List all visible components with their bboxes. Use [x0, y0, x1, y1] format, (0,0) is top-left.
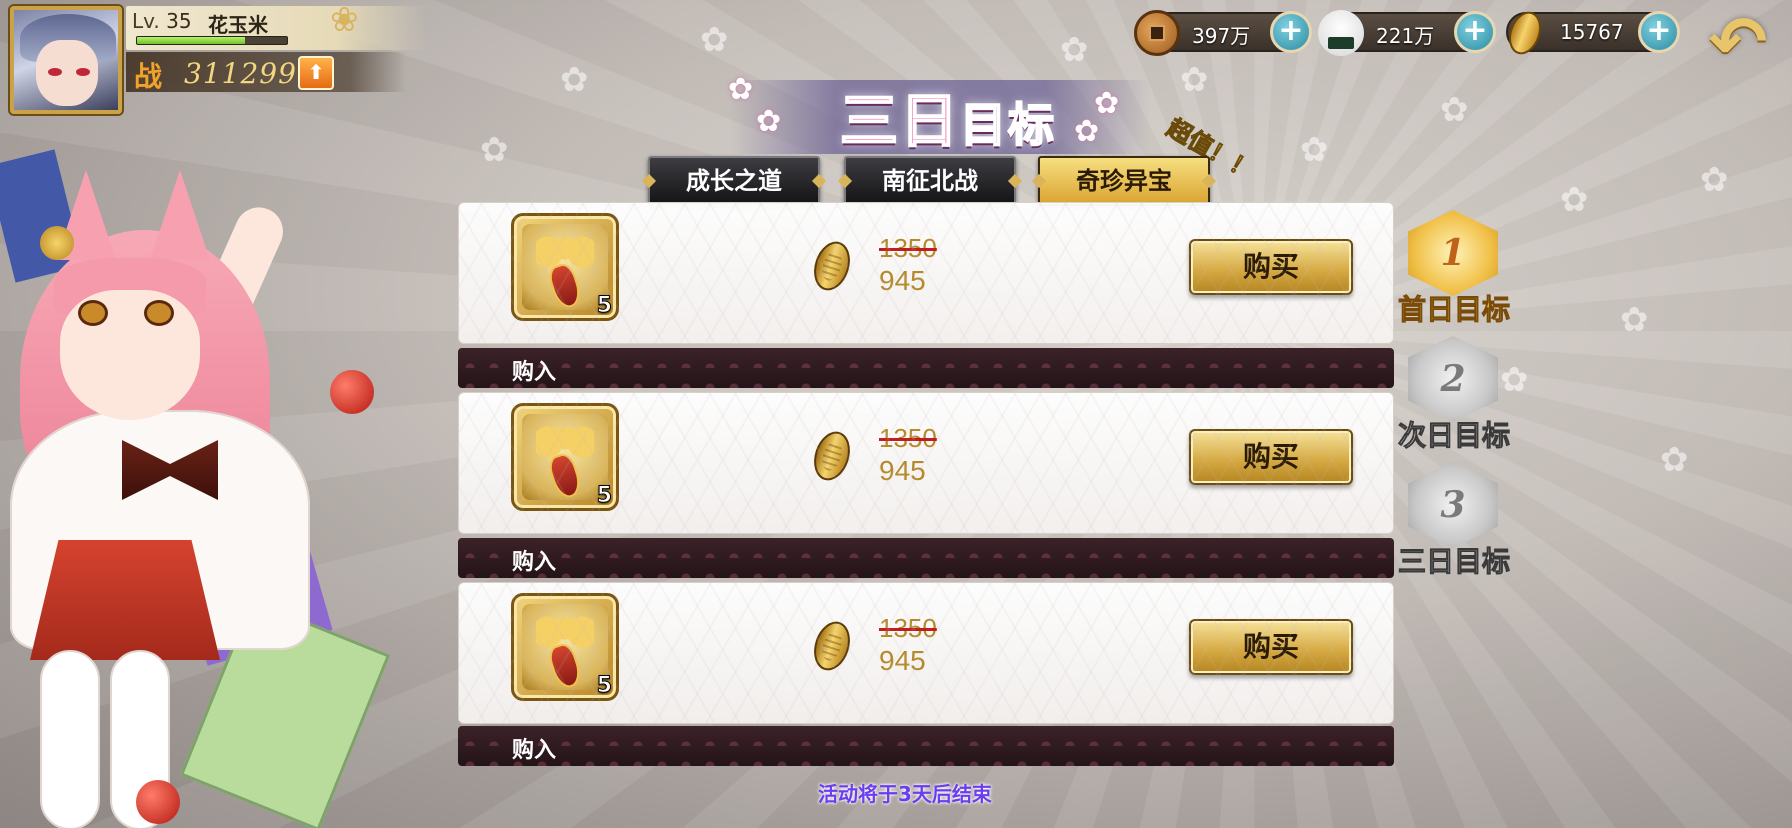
currency-rice: 221万 +: [1318, 10, 1496, 56]
player-name: 花玉米: [208, 13, 268, 37]
power-label: 战: [134, 60, 163, 93]
player-panel: Lv. 35 花玉米 战 311299 ⬆ ❀: [0, 0, 460, 120]
page-title: 三日目标: [839, 74, 1057, 158]
currency-copper-value: 397万: [1192, 24, 1251, 48]
offer-card: 5 1350 945 购买: [458, 202, 1394, 344]
day-1-hex-icon: 1: [1408, 210, 1498, 296]
sakura-petal-icon: ✿: [1074, 114, 1100, 149]
page-title-main: 三日: [839, 86, 961, 156]
currency-rice-value: 221万: [1376, 24, 1435, 48]
item-slot[interactable]: 5: [511, 403, 619, 511]
avatar-eye: [76, 68, 90, 76]
gold-koban-icon: [808, 236, 856, 296]
day-1-label: 首日目标: [1397, 293, 1510, 327]
exp-bar-fill: [137, 37, 245, 44]
sakura-petal-icon: ✿: [756, 104, 782, 139]
buy-button[interactable]: 购买: [1189, 239, 1353, 295]
day-2-hex-icon: 2: [1408, 336, 1498, 422]
page-title-sub: 目标: [959, 97, 1057, 153]
gold-koban-icon: [808, 616, 856, 676]
power-value: 311299: [184, 57, 297, 90]
currency-koban: 15767 +: [1506, 11, 1680, 53]
purchased-label: 购入: [512, 738, 557, 763]
item-slot[interactable]: 5: [511, 593, 619, 701]
offer-card: 5 1350 945 购买: [458, 392, 1394, 534]
level-prefix: Lv.: [132, 9, 160, 33]
item-slot[interactable]: 5: [511, 213, 619, 321]
offer-list[interactable]: 5 1350 945 购买 购入 5 1350 945 购买 购入 5 1350…: [458, 202, 1394, 778]
currency-koban-value: 15767: [1560, 20, 1624, 44]
player-avatar[interactable]: [10, 6, 122, 114]
currency-copper: 397万 +: [1134, 10, 1312, 56]
power-up-arrow-icon[interactable]: ⬆: [298, 56, 334, 90]
rice-ball-icon: [1318, 10, 1364, 56]
buy-button[interactable]: 购买: [1189, 429, 1353, 485]
golden-bell-staff-icon: [522, 224, 608, 311]
player-level: Lv. 35: [132, 9, 192, 33]
level-number: 35: [166, 9, 192, 33]
day-3-hex-icon: 3: [1408, 462, 1498, 548]
apple-icon: [136, 780, 180, 824]
golden-bell-staff-icon: [522, 604, 608, 691]
buy-button[interactable]: 购买: [1189, 619, 1353, 675]
original-price: 1350: [879, 423, 937, 453]
item-count: 5: [596, 293, 612, 319]
original-price: 1350: [879, 613, 937, 643]
exp-bar: [136, 36, 288, 45]
add-copper-button[interactable]: +: [1270, 11, 1312, 53]
purchased-bar: 购入: [458, 538, 1394, 578]
bell-icon: [40, 226, 74, 260]
day-3-label: 三日目标: [1397, 545, 1510, 579]
purchased-label: 购入: [512, 360, 557, 385]
golden-bell-staff-icon: [522, 414, 608, 501]
purchased-bar: 购入: [458, 348, 1394, 388]
apple-icon: [330, 370, 374, 414]
tab-treasure[interactable]: 奇珍异宝: [1038, 156, 1210, 206]
day-2-label: 次日目标: [1397, 419, 1510, 453]
gold-flower-ornament-icon: ❀: [330, 0, 359, 40]
purchased-label: 购入: [512, 550, 557, 575]
discount-price: 945: [879, 265, 926, 296]
copper-coin-icon: [1134, 10, 1180, 56]
add-rice-button[interactable]: +: [1454, 11, 1496, 53]
purchased-bar: 购入: [458, 726, 1394, 766]
discount-price: 945: [879, 645, 926, 676]
character-illustration: [0, 140, 450, 828]
add-koban-button[interactable]: +: [1638, 11, 1680, 53]
day-target-1[interactable]: 1 首日目标: [1384, 210, 1524, 330]
character-eye-left: [78, 300, 108, 326]
offer-card: 5 1350 945 购买: [458, 582, 1394, 724]
discount-price: 945: [879, 455, 926, 486]
character-eye-right: [144, 300, 174, 326]
gold-koban-icon: [808, 426, 856, 486]
tab-growth[interactable]: 成长之道: [648, 156, 820, 206]
character-skirt: [30, 540, 220, 660]
day-target-2[interactable]: 2 次日目标: [1384, 336, 1524, 456]
sakura-petal-icon: ✿: [728, 72, 754, 107]
gold-koban-icon: [1502, 10, 1548, 56]
original-price: 1350: [879, 233, 937, 263]
tab-campaign[interactable]: 南征北战: [844, 156, 1016, 206]
item-count: 5: [596, 483, 612, 509]
day-target-3[interactable]: 3 三日目标: [1384, 462, 1524, 582]
event-end-notice: 活动将于3天后结束: [818, 782, 992, 806]
back-arrow-icon[interactable]: ↶: [1696, 7, 1780, 80]
item-count: 5: [596, 673, 612, 699]
character-leg-left: [40, 650, 100, 828]
avatar-eye: [48, 68, 62, 76]
character-ear-right: [150, 170, 210, 260]
